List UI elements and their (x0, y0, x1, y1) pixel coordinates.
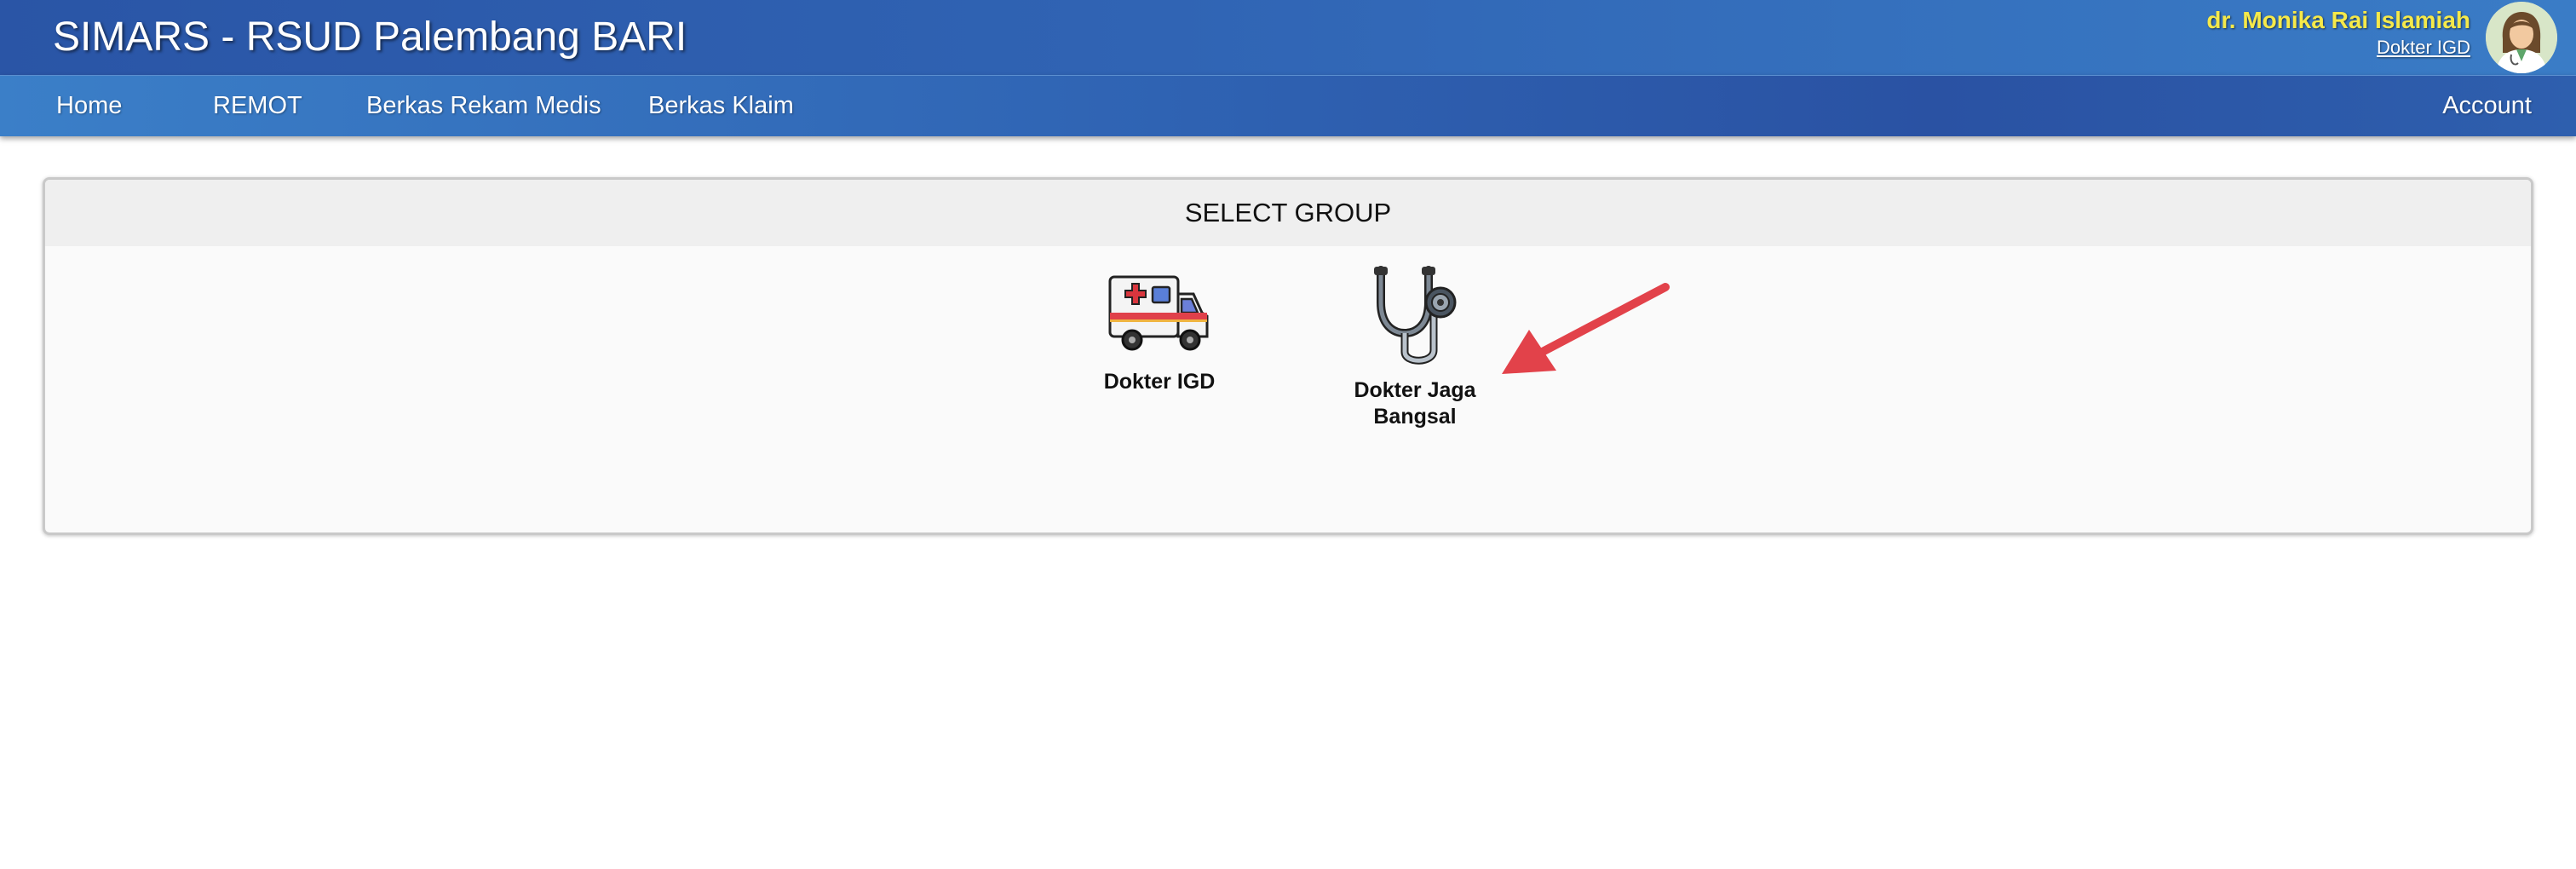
annotation-arrow-icon (1502, 283, 1670, 374)
user-role-link[interactable]: Dokter IGD (2206, 36, 2470, 60)
top-header: SIMARS - RSUD Palembang BARI dr. Monika … (0, 0, 2576, 75)
user-info: dr. Monika Rai Islamiah Dokter IGD (2206, 5, 2470, 60)
group-dokter-jaga-bangsal[interactable]: Dokter Jaga Bangsal (1321, 265, 1509, 430)
avatar[interactable] (2486, 2, 2557, 73)
select-group-panel: SELECT GROUP Dokter IGD Dokter Jaga Bang… (43, 177, 2533, 535)
nav-berkas-rekam-medis[interactable]: Berkas Rekam Medis (366, 76, 601, 135)
app-title: SIMARS - RSUD Palembang BARI (53, 14, 687, 60)
nav-account[interactable]: Account (2442, 76, 2532, 135)
ambulance-icon (1108, 275, 1209, 351)
main-navbar: Home REMOT Berkas Rekam Medis Berkas Kla… (0, 75, 2576, 136)
stethoscope-icon (1374, 266, 1457, 365)
group-label-dokter-jaga-bangsal: Dokter Jaga Bangsal (1354, 378, 1476, 429)
group-label-dokter-igd: Dokter IGD (1103, 370, 1216, 394)
female-doctor-avatar-icon (2486, 2, 2557, 73)
group-dokter-igd[interactable]: Dokter IGD (1066, 265, 1253, 395)
nav-berkas-klaim[interactable]: Berkas Klaim (648, 76, 794, 135)
nav-home[interactable]: Home (56, 76, 122, 135)
nav-remot[interactable]: REMOT (213, 76, 302, 135)
user-name: dr. Monika Rai Islamiah (2206, 7, 2470, 33)
panel-title: SELECT GROUP (45, 180, 2531, 246)
